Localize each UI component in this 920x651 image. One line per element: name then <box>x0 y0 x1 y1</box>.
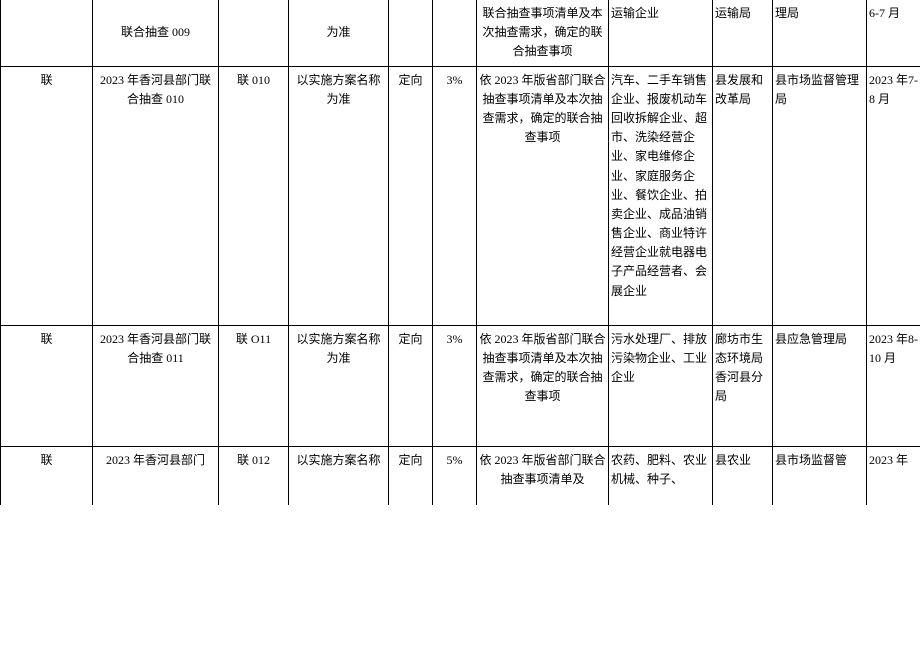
table-row: 联 2023 年香河县部门联合抽查 011 联 O11 以实施方案名称为准 定向… <box>1 325 920 446</box>
cell: 联 <box>1 325 93 446</box>
cell: 联 <box>1 66 93 325</box>
document-page: 联合抽查 009 为准 联合抽查事项清单及本次抽查需求，确定的联合抽查事项 运输… <box>0 0 920 651</box>
cell: 3% <box>433 325 477 446</box>
cell: 联合抽查事项清单及本次抽查需求，确定的联合抽查事项 <box>477 0 609 66</box>
cell: 依 2023 年版省部门联合抽查事项清单及本次抽查需求，确定的联合抽查事项 <box>477 325 609 446</box>
cell: 联 O11 <box>219 325 289 446</box>
cell: 定向 <box>389 446 433 505</box>
cell: 联合抽查 009 <box>93 0 219 66</box>
cell: 联 012 <box>219 446 289 505</box>
cell <box>433 0 477 66</box>
cell: 2023 年香河县部门联合抽查 011 <box>93 325 219 446</box>
cell: 运输局 <box>713 0 773 66</box>
cell: 依 2023 年版省部门联合抽查事项清单及 <box>477 446 609 505</box>
cell: 6-7 月 <box>867 0 920 66</box>
cell: 县应急管理局 <box>773 325 867 446</box>
table-row: 联 2023 年香河县部门联合抽查 010 联 010 以实施方案名称为准 定向… <box>1 66 920 325</box>
cell: 2023 年7-8 月 <box>867 66 920 325</box>
inspection-plan-table: 联合抽查 009 为准 联合抽查事项清单及本次抽查需求，确定的联合抽查事项 运输… <box>0 0 920 505</box>
cell: 廊坊市生态环境局香河县分局 <box>713 325 773 446</box>
cell: 以实施方案名称 <box>289 446 389 505</box>
cell: 汽车、二手车销售企业、报废机动车回收拆解企业、超市、洗染经营企业、家电维修企业、… <box>609 66 713 325</box>
cell <box>219 0 289 66</box>
cell: 农药、肥料、农业机械、种子、 <box>609 446 713 505</box>
cell: 5% <box>433 446 477 505</box>
cell: 以实施方案名称为准 <box>289 325 389 446</box>
cell: 联 <box>1 446 93 505</box>
cell: 依 2023 年版省部门联合抽查事项清单及本次抽查需求，确定的联合抽查事项 <box>477 66 609 325</box>
cell: 2023 年8-10 月 <box>867 325 920 446</box>
cell: 理局 <box>773 0 867 66</box>
cell: 2023 年香河县部门 <box>93 446 219 505</box>
cell <box>1 0 93 66</box>
cell: 联 010 <box>219 66 289 325</box>
cell <box>389 0 433 66</box>
cell: 污水处理厂、排放污染物企业、工业企业 <box>609 325 713 446</box>
cell: 3% <box>433 66 477 325</box>
cell: 2023 年香河县部门联合抽查 010 <box>93 66 219 325</box>
cell: 2023 年 <box>867 446 920 505</box>
cell: 县发展和改革局 <box>713 66 773 325</box>
cell: 县市场监督管理局 <box>773 66 867 325</box>
cell: 为准 <box>289 0 389 66</box>
cell: 运输企业 <box>609 0 713 66</box>
cell: 定向 <box>389 325 433 446</box>
cell: 定向 <box>389 66 433 325</box>
table-row: 联合抽查 009 为准 联合抽查事项清单及本次抽查需求，确定的联合抽查事项 运输… <box>1 0 920 66</box>
cell: 县农业 <box>713 446 773 505</box>
cell: 县市场监督管 <box>773 446 867 505</box>
table-row: 联 2023 年香河县部门 联 012 以实施方案名称 定向 5% 依 2023… <box>1 446 920 505</box>
cell: 以实施方案名称为准 <box>289 66 389 325</box>
